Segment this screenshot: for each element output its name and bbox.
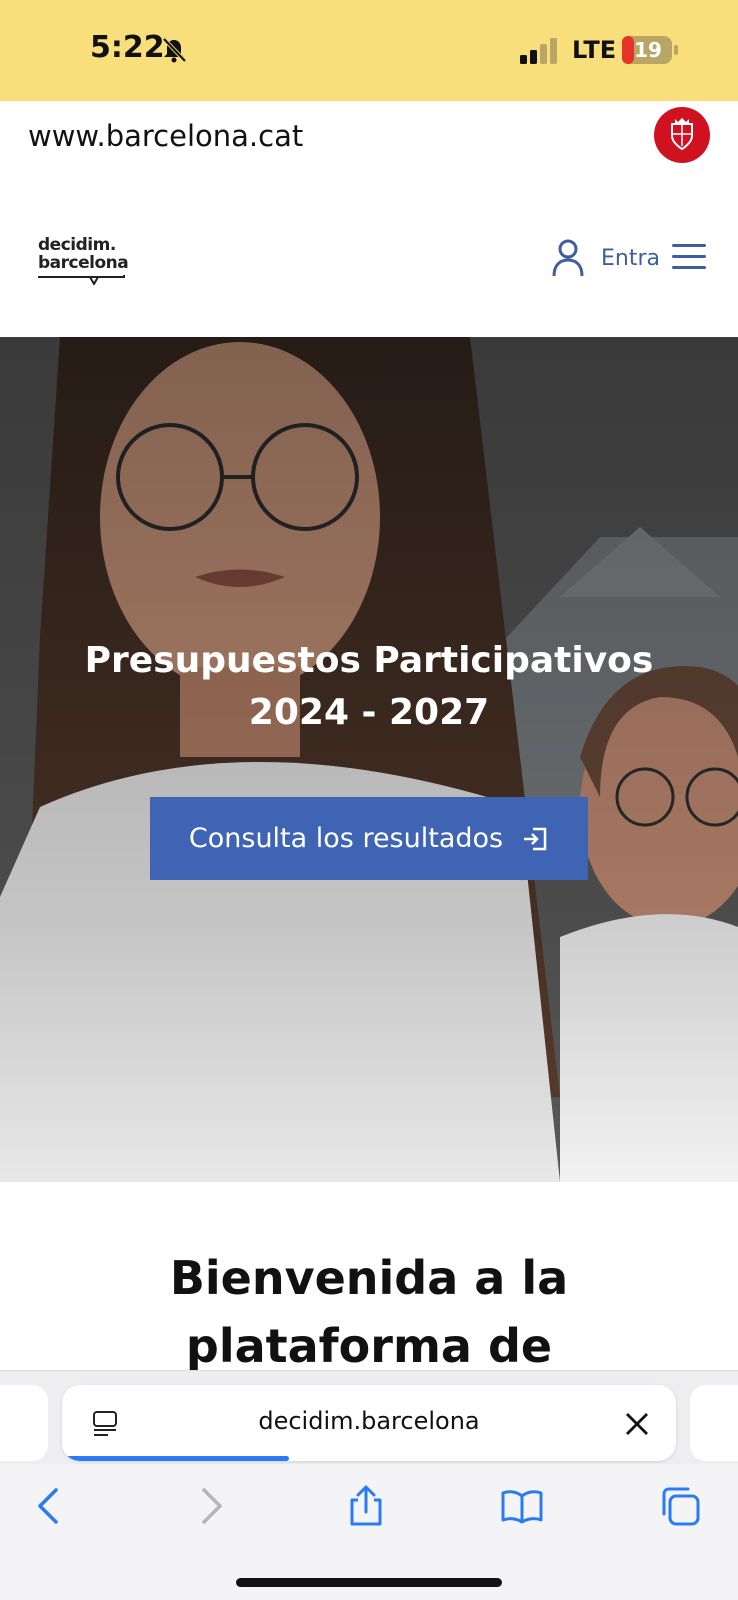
logo-underline-icon <box>38 274 125 287</box>
browser-toolbar <box>0 1464 738 1600</box>
user-icon[interactable] <box>550 238 586 278</box>
network-type: LTE <box>572 36 617 64</box>
next-tab[interactable] <box>690 1385 738 1461</box>
decidim-logo[interactable]: decidim. barcelona <box>38 235 130 287</box>
previous-tab[interactable] <box>0 1385 48 1461</box>
signal-icon <box>520 38 557 64</box>
results-button-label: Consulta los resultados <box>188 823 504 854</box>
hero-title: Presupuestos Participativos 2024 - 2027 <box>84 640 654 733</box>
close-icon[interactable] <box>624 1411 650 1437</box>
address-bar[interactable]: decidim.barcelona <box>62 1385 676 1461</box>
domain-label[interactable]: www.barcelona.cat <box>28 119 303 153</box>
status-bar: 5:22 LTE 19 <box>0 0 738 101</box>
forward-icon[interactable] <box>188 1484 232 1528</box>
tabs-icon[interactable] <box>658 1484 702 1528</box>
url-text[interactable]: decidim.barcelona <box>62 1407 676 1435</box>
bell-slash-icon <box>162 37 187 63</box>
browser-tab-strip: decidim.barcelona <box>0 1370 738 1464</box>
share-icon[interactable] <box>344 1484 388 1528</box>
welcome-section: Bienvenida a la plataforma de participac… <box>0 1182 738 1441</box>
page-load-progress <box>62 1456 290 1461</box>
site-header: decidim. barcelona Entra <box>0 176 738 337</box>
hero-photo <box>0 337 738 1182</box>
login-link[interactable]: Entra <box>601 246 660 271</box>
domain-bar: www.barcelona.cat <box>0 101 738 176</box>
results-button[interactable]: Consulta los resultados <box>150 797 588 880</box>
menu-icon[interactable] <box>672 242 706 272</box>
bookmarks-icon[interactable] <box>500 1484 544 1528</box>
battery-level: 19 <box>634 38 662 62</box>
logo-line-2: barcelona <box>38 253 129 273</box>
enter-icon <box>524 827 547 850</box>
hero-banner: Presupuestos Participativos 2024 - 2027 … <box>0 337 738 1182</box>
home-indicator[interactable] <box>236 1578 502 1587</box>
logo-line-1: decidim. <box>38 235 116 255</box>
barcelona-seal-icon[interactable] <box>654 107 710 163</box>
status-time: 5:22 <box>90 30 165 65</box>
back-icon[interactable] <box>28 1484 72 1528</box>
